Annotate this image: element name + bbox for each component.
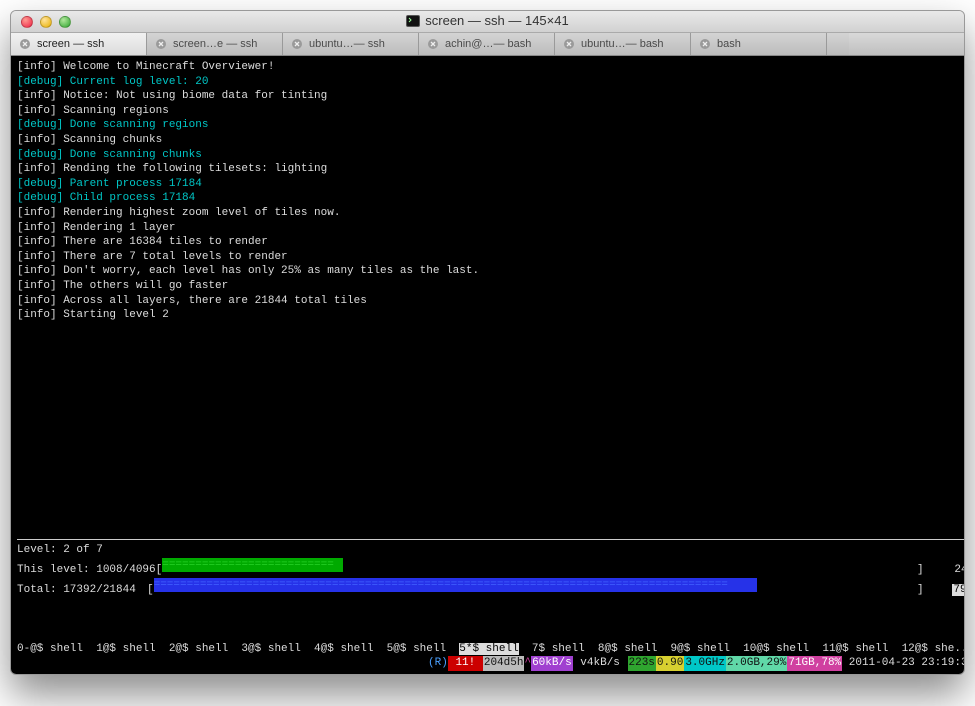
zoom-icon[interactable] — [59, 16, 71, 28]
progress-total-pct: 79% — [930, 583, 965, 598]
log-line: [info] Starting level 2 — [17, 308, 965, 323]
tab-4[interactable]: ubuntu…— bash — [555, 33, 691, 55]
log-line: [debug] Parent process 17184 — [17, 177, 965, 192]
close-icon[interactable] — [21, 16, 33, 28]
tab-label: ubuntu…— ssh — [309, 38, 385, 50]
log-line: [debug] Done scanning regions — [17, 118, 965, 133]
tab-0[interactable]: screen — ssh — [11, 33, 147, 55]
tab-close-icon[interactable] — [427, 38, 439, 50]
screen-window-list: 0-@$ shell 1@$ shell 2@$ shell 3@$ shell… — [17, 642, 965, 657]
log-line: [info] Don't worry, each level has only … — [17, 264, 965, 279]
log-line: [info] Scanning regions — [17, 104, 965, 119]
progress-this-level-pct: 24% — [930, 563, 965, 578]
log-output: [info] Welcome to Minecraft Overviewer![… — [17, 60, 965, 323]
traffic-lights — [11, 16, 71, 28]
terminal-window: screen — ssh — 145×41 screen — sshscreen… — [10, 10, 965, 675]
log-line: [info] Welcome to Minecraft Overviewer! — [17, 60, 965, 75]
progress-total-bar: ========================================… — [154, 578, 917, 598]
terminal-icon — [406, 15, 420, 30]
window-title: screen — ssh — 145×41 — [11, 13, 964, 30]
log-line: [info] Notice: Not using biome data for … — [17, 89, 965, 104]
tab-close-icon[interactable] — [155, 38, 167, 50]
log-line: [info] There are 16384 tiles to render — [17, 235, 965, 250]
log-line: [info] Scanning chunks — [17, 133, 965, 148]
titlebar: screen — ssh — 145×41 — [11, 11, 964, 33]
log-line: [info] Rending the following tilesets: l… — [17, 162, 965, 177]
tab-label: bash — [717, 38, 741, 50]
log-line: [debug] Current log level: 20 — [17, 75, 965, 90]
progress-total: Total: 17392/21844 [ ===================… — [17, 578, 965, 598]
log-line: [debug] Child process 17184 — [17, 191, 965, 206]
tab-label: screen — ssh — [37, 38, 104, 50]
tab-close-icon[interactable] — [19, 38, 31, 50]
tab-label: ubuntu…— bash — [581, 38, 664, 50]
log-line: [info] Across all layers, there are 2184… — [17, 294, 965, 309]
progress-this-level-bar: ========================== — [162, 558, 917, 578]
tab-1[interactable]: screen…e — ssh — [147, 33, 283, 55]
tab-add-icon[interactable] — [827, 33, 849, 55]
minimize-icon[interactable] — [40, 16, 52, 28]
divider — [17, 539, 965, 540]
tab-2[interactable]: ubuntu…— ssh — [283, 33, 419, 55]
log-line: [debug] Done scanning chunks — [17, 148, 965, 163]
tab-5[interactable]: bash — [691, 33, 827, 55]
progress-this-level: This level: 1008/4096 [ ================… — [17, 558, 965, 578]
tab-3[interactable]: achin@…— bash — [419, 33, 555, 55]
log-line: [info] Rendering 1 layer — [17, 221, 965, 236]
log-line: [info] The others will go faster — [17, 279, 965, 294]
terminal[interactable]: [info] Welcome to Minecraft Overviewer![… — [11, 56, 965, 674]
spacer — [17, 323, 965, 537]
tab-close-icon[interactable] — [699, 38, 711, 50]
screen-status-bar: (R) 11! 204d5h ^60kB/s v4kB/s 223s 0.90 … — [17, 656, 965, 671]
progress-level-line: Level: 2 of 7 — [17, 543, 965, 558]
tab-close-icon[interactable] — [291, 38, 303, 50]
log-line: [info] Rendering highest zoom level of t… — [17, 206, 965, 221]
window-title-text: screen — ssh — 145×41 — [425, 13, 568, 28]
log-line: [info] There are 7 total levels to rende… — [17, 250, 965, 265]
tab-label: screen…e — ssh — [173, 38, 257, 50]
tab-close-icon[interactable] — [563, 38, 575, 50]
progress-this-level-label: This level: 1008/4096 — [17, 563, 156, 578]
tab-bar: screen — ssh screen…e — ssh ubuntu…— ssh ac… — [11, 33, 964, 56]
terminal-area: [info] Welcome to Minecraft Overviewer![… — [11, 56, 964, 674]
progress-total-label: Total: 17392/21844 — [17, 583, 147, 598]
tab-label: achin@…— bash — [445, 38, 531, 50]
